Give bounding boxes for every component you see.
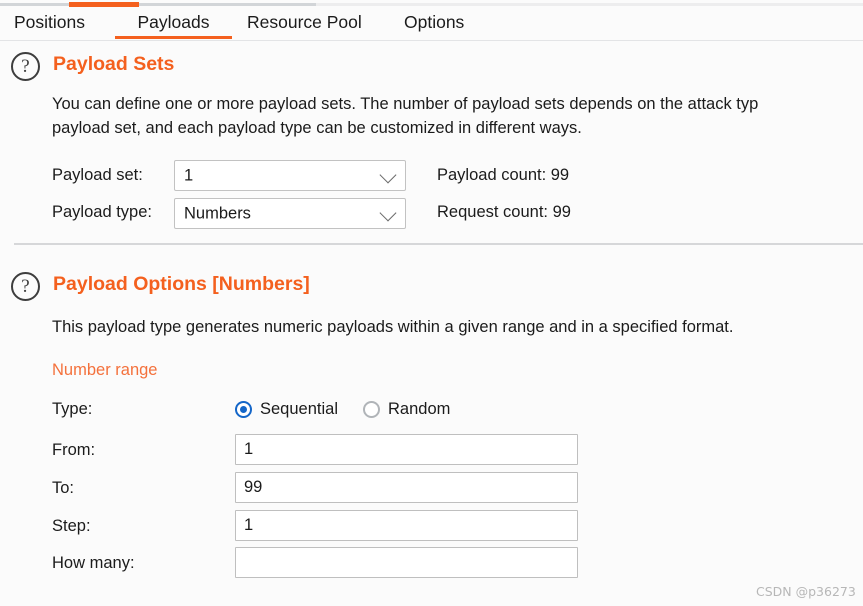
question-circle-icon[interactable]: ? — [11, 52, 40, 81]
question-circle-icon[interactable]: ? — [11, 272, 40, 301]
radio-random-label: Random — [388, 400, 451, 418]
tab-strip-segment-right — [316, 3, 863, 6]
tab-positions[interactable]: Positions — [14, 7, 100, 41]
tab-strip-segment-left — [0, 3, 69, 6]
payload-options-header: ? Payload Options [Numbers] — [11, 272, 511, 302]
tab-bar: Positions Payloads Resource Pool Options — [0, 7, 863, 41]
section-divider — [14, 243, 863, 245]
payload-count-text: Payload count: 99 — [437, 166, 570, 184]
request-count-text: Request count: 99 — [437, 203, 571, 221]
chevron-down-icon — [379, 166, 397, 183]
payload-set-value: 1 — [184, 166, 194, 184]
number-range-type-radio-group: Sequential Random — [235, 399, 485, 421]
tab-resource-pool-label: Resource Pool — [247, 12, 362, 32]
to-input[interactable] — [235, 472, 578, 503]
payload-options-title: Payload Options [Numbers] — [53, 273, 310, 295]
tab-strip-segment-middle — [139, 3, 316, 6]
watermark-text: CSDN @p36273 — [756, 584, 856, 599]
payload-type-value: Numbers — [184, 204, 251, 222]
type-label: Type: — [52, 400, 93, 418]
payload-sets-header: ? Payload Sets — [11, 52, 411, 82]
tab-bar-baseline — [0, 40, 863, 41]
tab-options[interactable]: Options — [404, 7, 484, 41]
payload-sets-description-line2: payload set, and each payload type can b… — [52, 119, 582, 137]
payload-sets-title: Payload Sets — [53, 53, 175, 75]
step-label: Step: — [52, 517, 91, 535]
radio-sequential-mark — [235, 401, 252, 418]
radio-sequential-label: Sequential — [260, 400, 338, 418]
how-many-input[interactable] — [235, 547, 578, 578]
radio-random-mark — [363, 401, 380, 418]
chevron-down-icon — [379, 204, 397, 221]
tab-payloads-underline — [115, 36, 232, 39]
payload-set-dropdown[interactable]: 1 — [174, 160, 406, 191]
tab-options-label: Options — [404, 12, 465, 32]
from-label: From: — [52, 441, 96, 459]
payload-set-label: Payload set: — [52, 166, 143, 184]
payload-sets-description-line1: You can define one or more payload sets.… — [52, 95, 759, 113]
tab-payloads[interactable]: Payloads — [115, 7, 232, 41]
step-input[interactable] — [235, 510, 578, 541]
tab-resource-pool[interactable]: Resource Pool — [247, 7, 372, 41]
payload-type-label: Payload type: — [52, 203, 152, 221]
payload-type-dropdown[interactable]: Numbers — [174, 198, 406, 229]
tab-payloads-label: Payloads — [137, 12, 210, 32]
to-label: To: — [52, 479, 75, 497]
number-range-heading: Number range — [52, 361, 158, 379]
payload-options-description: This payload type generates numeric payl… — [52, 318, 734, 336]
clipped-tab-strip — [0, 0, 863, 7]
from-input[interactable] — [235, 434, 578, 465]
how-many-label: How many: — [52, 554, 135, 572]
tab-positions-label: Positions — [14, 12, 86, 32]
